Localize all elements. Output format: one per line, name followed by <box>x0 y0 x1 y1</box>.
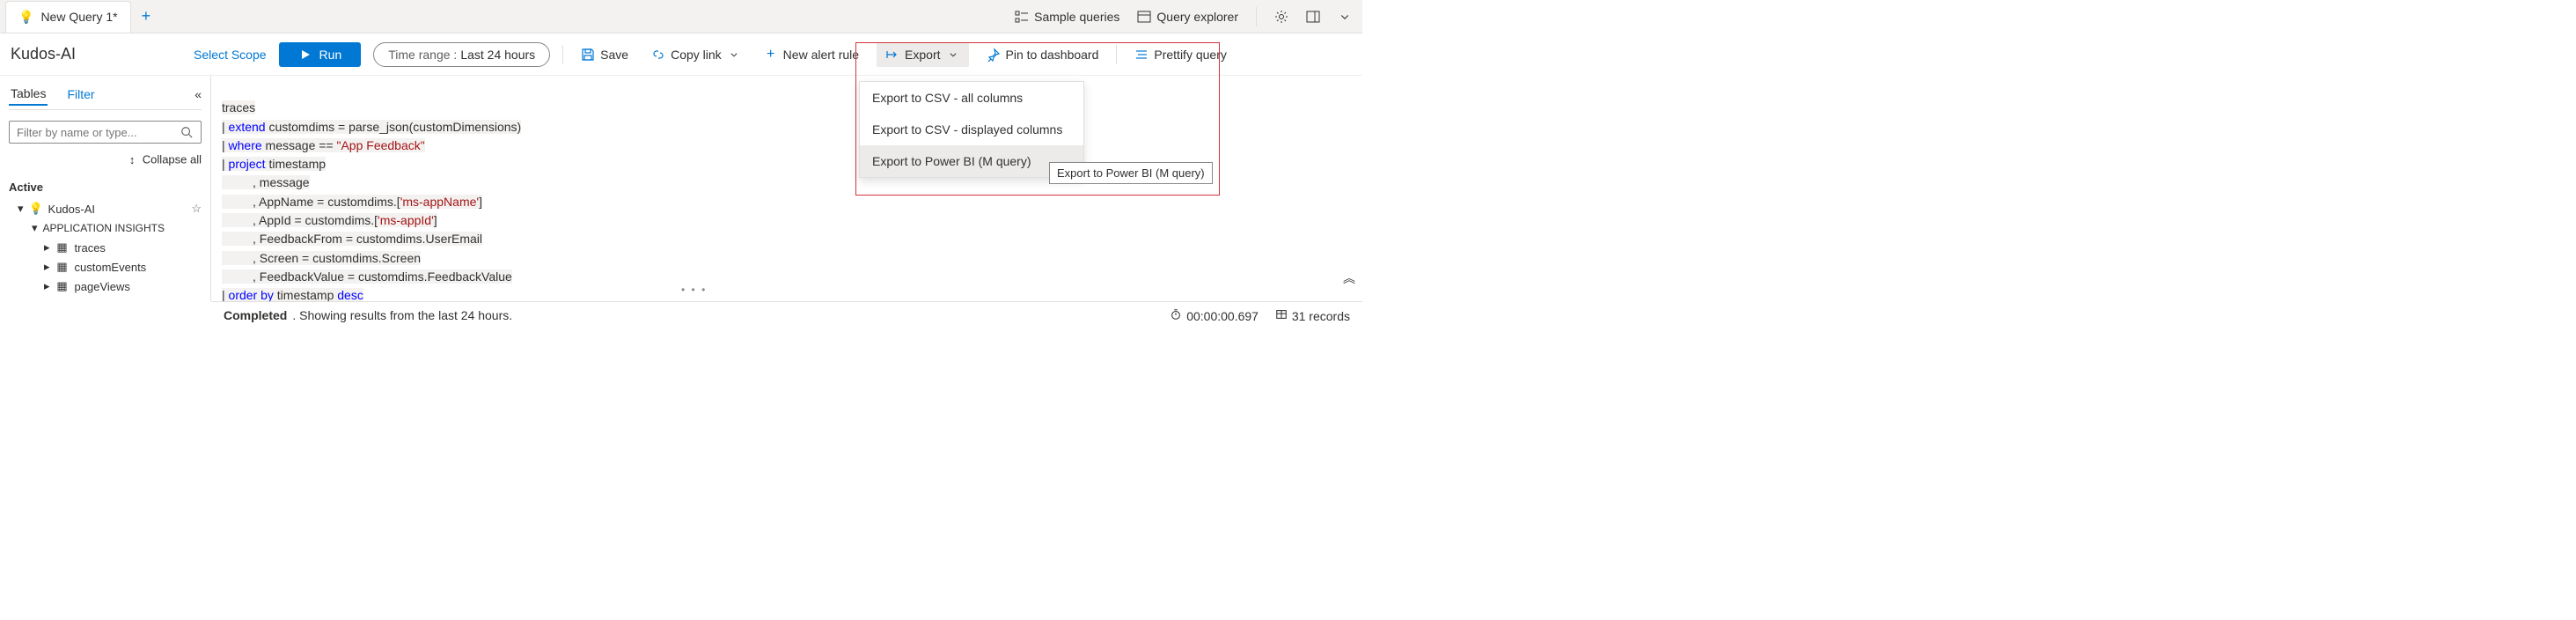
search-icon <box>180 125 194 139</box>
drag-handle[interactable]: • • • <box>681 284 707 296</box>
tooltip: Export to Power BI (M query) <box>1049 162 1213 184</box>
save-label: Save <box>600 48 628 62</box>
tree-item-traces[interactable]: ▸ ▦ traces <box>9 238 202 257</box>
time-range-picker[interactable]: Time range : Last 24 hours <box>373 42 550 67</box>
chevron-right-icon: ▸ <box>44 260 50 274</box>
select-scope-button[interactable]: Select Scope <box>194 48 267 62</box>
star-icon[interactable]: ☆ <box>191 202 202 216</box>
export-button[interactable]: Export <box>877 42 968 67</box>
collapse-all-button[interactable]: ↕ Collapse all <box>9 149 202 170</box>
export-csv-all[interactable]: Export to CSV - all columns <box>860 82 1083 114</box>
tree-group-appinsights[interactable]: ▾ APPLICATION INSIGHTS <box>9 218 202 238</box>
filter-input[interactable] <box>17 126 180 139</box>
collapse-sidebar-icon[interactable]: « <box>194 87 202 101</box>
time-range-value: Last 24 hours <box>460 48 535 62</box>
run-button[interactable]: Run <box>279 42 362 67</box>
run-label: Run <box>319 48 342 62</box>
query-explorer-label: Query explorer <box>1156 10 1238 24</box>
plus-icon: + <box>764 48 778 62</box>
chevron-down-icon <box>727 48 741 62</box>
status-records: 31 records <box>1274 307 1350 323</box>
query-explorer-button[interactable]: Query explorer <box>1137 10 1238 24</box>
explorer-icon <box>1137 10 1151 24</box>
divider <box>1256 7 1257 26</box>
tree-item-pageviews[interactable]: ▸ ▦ pageViews <box>9 277 202 296</box>
chevron-down-icon[interactable] <box>1338 10 1352 24</box>
save-button[interactable]: Save <box>576 44 634 65</box>
chevron-right-icon: ▸ <box>44 240 50 255</box>
table-icon: ▦ <box>55 240 70 255</box>
pin-label: Pin to dashboard <box>1006 48 1099 62</box>
export-icon <box>885 48 899 62</box>
table-icon: ▦ <box>55 279 70 293</box>
chevron-right-icon: ▸ <box>44 279 50 293</box>
divider <box>1116 45 1117 64</box>
status-bar: Completed . Showing results from the las… <box>211 301 1362 328</box>
tree-node-root[interactable]: ▾ 💡 Kudos-AI ☆ <box>9 199 202 218</box>
lightbulb-icon: 💡 <box>29 202 43 216</box>
status-completed: Completed <box>224 308 287 322</box>
collapse-icon: ↕ <box>125 152 139 166</box>
new-alert-label: New alert rule <box>783 48 859 62</box>
chevron-down-icon <box>946 48 960 62</box>
tree-root-label: Kudos-AI <box>48 203 95 216</box>
prettify-icon <box>1134 48 1149 62</box>
status-message: . Showing results from the last 24 hours… <box>292 308 512 322</box>
list-icon <box>1015 10 1029 24</box>
tree-item-customevents[interactable]: ▸ ▦ customEvents <box>9 257 202 277</box>
tree-group-active: Active <box>9 175 202 199</box>
link-icon <box>651 48 665 62</box>
panel-icon[interactable] <box>1306 10 1320 24</box>
tab-filter[interactable]: Filter <box>65 84 96 105</box>
copy-link-button[interactable]: Copy link <box>646 44 746 65</box>
pin-icon <box>987 48 1001 62</box>
chevron-down-icon: ▾ <box>32 221 38 235</box>
sample-queries-label: Sample queries <box>1034 10 1119 24</box>
table-icon <box>1274 307 1288 321</box>
new-tab-button[interactable]: + <box>131 7 162 26</box>
tab-tables[interactable]: Tables <box>9 83 48 106</box>
save-icon <box>581 48 595 62</box>
play-icon <box>298 48 312 62</box>
lightbulb-icon: 💡 <box>18 10 33 25</box>
prettify-button[interactable]: Prettify query <box>1129 44 1231 65</box>
tab-label: New Query 1* <box>40 10 117 24</box>
time-range-label: Time range : <box>388 48 457 62</box>
scroll-top-button[interactable]: ︽ <box>1343 269 1355 287</box>
sidebar: Tables Filter « ↕ Collapse all Active ▾ … <box>0 76 211 301</box>
chevron-down-icon: ▾ <box>18 202 24 216</box>
sample-queries-button[interactable]: Sample queries <box>1015 10 1119 24</box>
copy-link-label: Copy link <box>671 48 722 62</box>
gear-icon[interactable] <box>1274 10 1288 24</box>
stopwatch-icon <box>1169 307 1183 321</box>
prettify-label: Prettify query <box>1154 48 1226 62</box>
divider <box>562 45 563 64</box>
new-alert-button[interactable]: + New alert rule <box>759 44 864 65</box>
status-duration: 00:00:00.697 <box>1169 307 1259 323</box>
query-editor[interactable]: traces | extend customdims = parse_json(… <box>211 76 1362 301</box>
pin-button[interactable]: Pin to dashboard <box>981 44 1105 65</box>
scope-name: Kudos-AI <box>11 45 76 63</box>
table-icon: ▦ <box>55 260 70 274</box>
query-tab[interactable]: 💡 New Query 1* <box>5 1 131 33</box>
tree-group-label: APPLICATION INSIGHTS <box>43 222 165 234</box>
export-csv-displayed[interactable]: Export to CSV - displayed columns <box>860 114 1083 145</box>
filter-input-wrap[interactable] <box>9 121 202 144</box>
export-label: Export <box>905 48 940 62</box>
